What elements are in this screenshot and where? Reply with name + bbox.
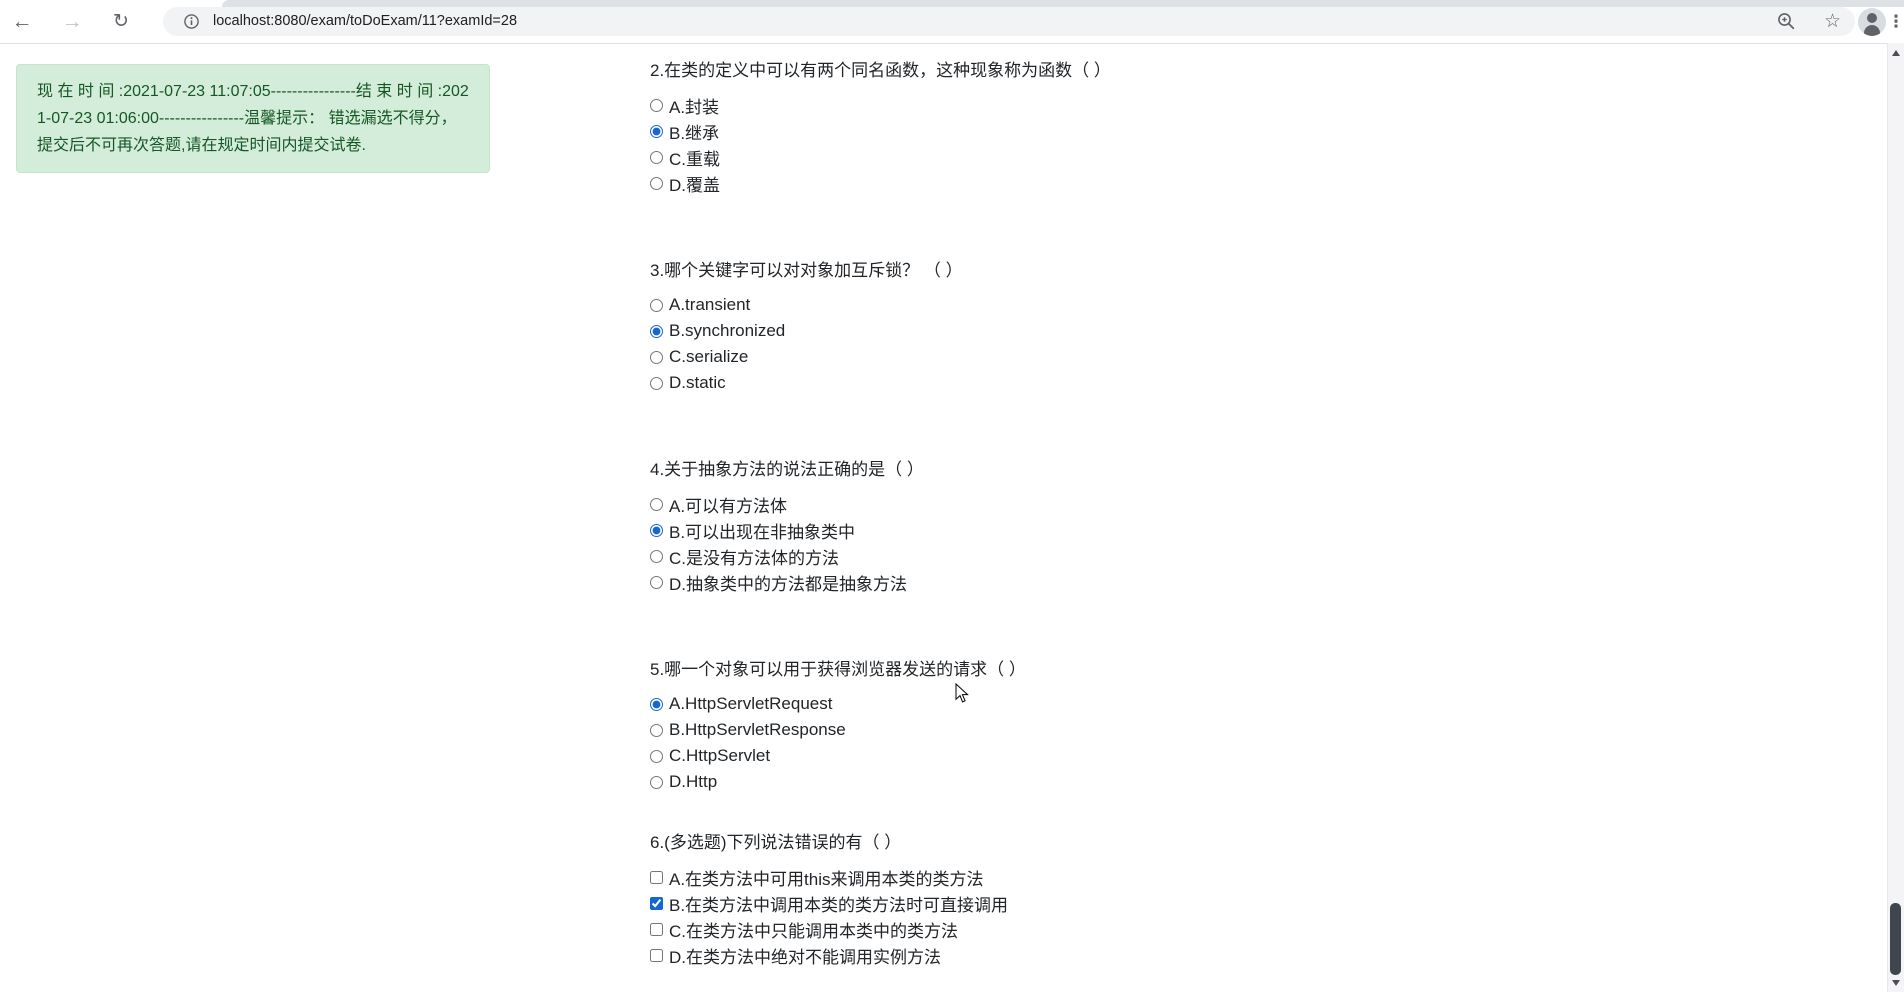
question-title: 2.在类的定义中可以有两个同名函数，这种现象称为函数（ ） [650, 61, 1111, 80]
option-label: C.是没有方法体的方法 [669, 548, 839, 568]
option-radio[interactable] [650, 775, 663, 789]
page-info-icon[interactable] [183, 13, 200, 35]
option-label: B.继承 [669, 123, 720, 143]
question-block: 2.在类的定义中可以有两个同名函数，这种现象称为函数（ ） A.封装 B.继承 … [650, 58, 1111, 196]
option-radio[interactable] [650, 298, 663, 312]
scrollbar-track[interactable] [1887, 43, 1904, 992]
option-label: A.在类方法中可用this来调用本类的类方法 [669, 869, 984, 889]
answer-option[interactable]: C.重载 [650, 144, 1111, 170]
option-radio[interactable] [650, 697, 663, 711]
option-checkbox[interactable] [650, 896, 663, 910]
answer-option[interactable]: A.可以有方法体 [650, 491, 924, 517]
option-radio[interactable] [650, 124, 663, 138]
answer-option[interactable]: D.Http [650, 769, 1026, 795]
answer-option[interactable]: A.封装 [650, 92, 1111, 118]
answer-option[interactable]: A.HttpServletRequest [650, 691, 1026, 717]
scrollbar-thumb[interactable] [1890, 903, 1901, 975]
exam-time-notice: 现 在 时 间 :2021-07-23 11:07:05------------… [16, 64, 490, 173]
answer-option[interactable]: B.synchronized [650, 318, 963, 344]
option-radio[interactable] [650, 523, 663, 537]
option-label: A.封装 [669, 97, 720, 117]
option-label: D.在类方法中绝对不能调用实例方法 [669, 947, 941, 967]
answer-option[interactable]: B.可以出现在非抽象类中 [650, 517, 924, 543]
option-label: C.HttpServlet [669, 746, 771, 765]
scrollbar-up-arrow-icon[interactable] [1892, 50, 1900, 56]
profile-avatar[interactable] [1858, 8, 1886, 36]
option-checkbox[interactable] [650, 948, 663, 962]
question-options: A.可以有方法体 B.可以出现在非抽象类中 C.是没有方法体的方法 D.抽象类中… [650, 491, 924, 595]
question-block: 4.关于抽象方法的说法正确的是（ ） A.可以有方法体 B.可以出现在非抽象类中… [650, 457, 924, 595]
answer-option[interactable]: C.是没有方法体的方法 [650, 543, 924, 569]
question-options: A.transient B.synchronized C.serialize D… [650, 292, 963, 396]
option-radio[interactable] [650, 176, 663, 190]
answer-option[interactable]: C.在类方法中只能调用本类中的类方法 [650, 916, 1008, 942]
option-label: C.serialize [669, 347, 749, 366]
url-text[interactable]: localhost:8080/exam/toDoExam/11?examId=2… [213, 7, 517, 36]
question-block: 5.哪一个对象可以用于获得浏览器发送的请求（ ） A.HttpServletRe… [650, 657, 1026, 795]
option-label: D.抽象类中的方法都是抽象方法 [669, 574, 907, 594]
option-label: C.在类方法中只能调用本类中的类方法 [669, 921, 958, 941]
answer-option[interactable]: C.HttpServlet [650, 743, 1026, 769]
scrollbar-down-arrow-icon[interactable] [1892, 980, 1900, 986]
option-label: B.HttpServletResponse [669, 720, 846, 739]
browser-toolbar: ← → ↻ localhost:8080/exam/toDoExam/11?ex… [0, 0, 1904, 44]
option-radio[interactable] [650, 497, 663, 511]
option-label: B.在类方法中调用本类的类方法时可直接调用 [669, 895, 1009, 915]
question-title: 4.关于抽象方法的说法正确的是（ ） [650, 460, 924, 479]
question-title: 6.(多选题)下列说法错误的有（ ） [650, 833, 902, 852]
question-options: A.HttpServletRequest B.HttpServletRespon… [650, 691, 1026, 795]
address-bar[interactable]: localhost:8080/exam/toDoExam/11?examId=2… [163, 7, 1855, 36]
forward-icon[interactable]: → [55, 0, 89, 43]
answer-option[interactable]: B.在类方法中调用本类的类方法时可直接调用 [650, 890, 1008, 916]
zoom-icon[interactable] [1776, 11, 1797, 37]
option-label: D.static [669, 373, 726, 392]
option-checkbox[interactable] [650, 922, 663, 936]
option-radio[interactable] [650, 376, 663, 390]
question-title: 5.哪一个对象可以用于获得浏览器发送的请求（ ） [650, 660, 1026, 679]
option-radio[interactable] [650, 575, 663, 589]
avatar-person-icon [1867, 13, 1877, 23]
question-title: 3.哪个关键字可以对对象加互斥锁？ （ ） [650, 261, 963, 280]
option-radio[interactable] [650, 749, 663, 763]
option-label: A.transient [669, 295, 751, 314]
tab-strip [222, 0, 1904, 7]
option-label: B.可以出现在非抽象类中 [669, 522, 856, 542]
option-radio[interactable] [650, 549, 663, 563]
option-label: A.可以有方法体 [669, 496, 788, 516]
answer-option[interactable]: D.抽象类中的方法都是抽象方法 [650, 569, 924, 595]
reload-icon[interactable]: ↻ [104, 0, 138, 43]
answer-option[interactable]: B.继承 [650, 118, 1111, 144]
option-radio[interactable] [650, 350, 663, 364]
answer-option[interactable]: D.覆盖 [650, 170, 1111, 196]
answer-option[interactable]: B.HttpServletResponse [650, 717, 1026, 743]
bookmark-star-icon[interactable]: ☆ [1824, 7, 1841, 36]
browser-menu-icon[interactable]: ⋮ [1888, 0, 1904, 43]
option-radio[interactable] [650, 324, 663, 338]
question-block: 6.(多选题)下列说法错误的有（ ） A.在类方法中可用this来调用本类的类方… [650, 830, 1008, 968]
option-label: A.HttpServletRequest [669, 694, 833, 713]
option-radio[interactable] [650, 150, 663, 164]
question-options: A.封装 B.继承 C.重载 D.覆盖 [650, 92, 1111, 196]
option-radio[interactable] [650, 98, 663, 112]
option-label: C.重载 [669, 149, 720, 169]
option-checkbox[interactable] [650, 870, 663, 884]
option-label: D.Http [669, 772, 718, 791]
option-radio[interactable] [650, 723, 663, 737]
answer-option[interactable]: D.在类方法中绝对不能调用实例方法 [650, 942, 1008, 968]
answer-option[interactable]: A.在类方法中可用this来调用本类的类方法 [650, 864, 1008, 890]
option-label: D.覆盖 [669, 175, 720, 195]
answer-option[interactable]: A.transient [650, 292, 963, 318]
back-icon[interactable]: ← [5, 0, 39, 43]
question-block: 3.哪个关键字可以对对象加互斥锁？ （ ） A.transient B.sync… [650, 258, 963, 396]
answer-option[interactable]: D.static [650, 370, 963, 396]
option-label: B.synchronized [669, 321, 786, 340]
answer-option[interactable]: C.serialize [650, 344, 963, 370]
question-options: A.在类方法中可用this来调用本类的类方法 B.在类方法中调用本类的类方法时可… [650, 864, 1008, 968]
